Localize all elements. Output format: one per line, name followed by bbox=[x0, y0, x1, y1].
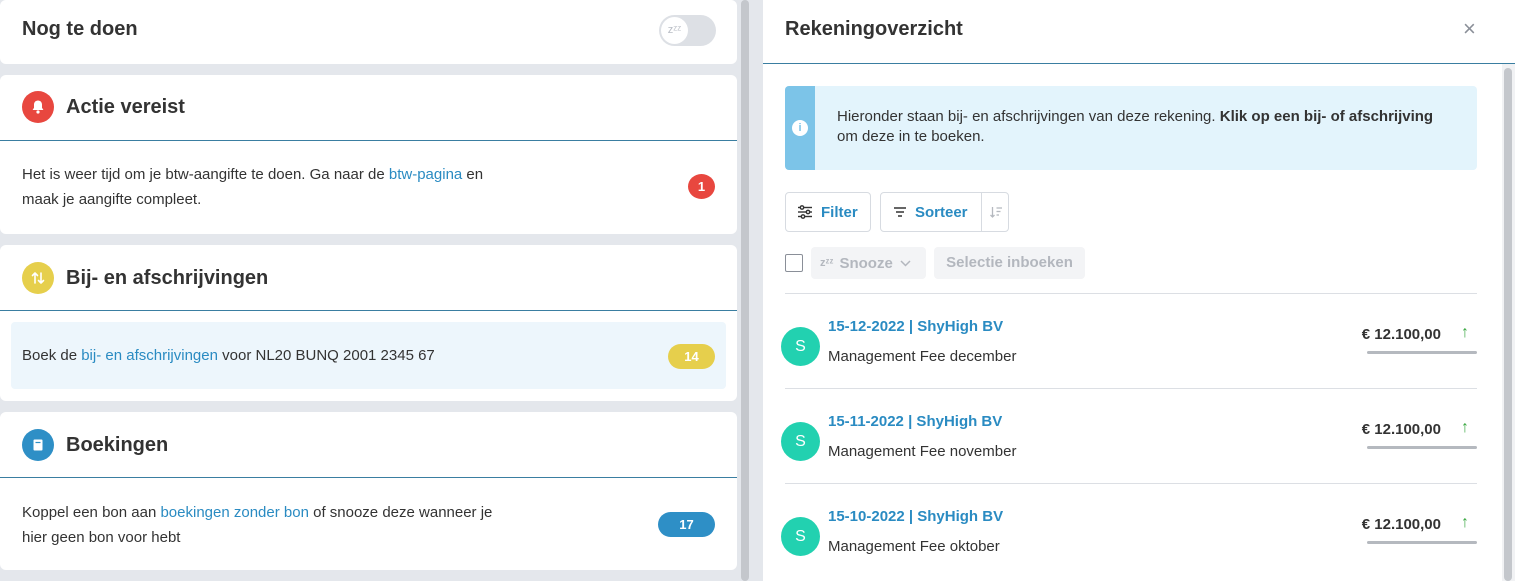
sort-direction-icon[interactable] bbox=[981, 193, 1009, 231]
message-text: Boek de bbox=[22, 347, 82, 364]
todo-panel: Nog te doen zᶻᶻ Actie vereist Het is wee… bbox=[0, 0, 737, 581]
message-text: Koppel een bon aan bbox=[22, 504, 161, 521]
info-after: om deze in te boeken. bbox=[837, 128, 985, 145]
transaction-row[interactable]: S 15-10-2022 | ShyHigh BV Management Fee… bbox=[781, 483, 1477, 578]
message-text: of snooze deze wanneer je bbox=[308, 504, 493, 521]
account-overview-panel: Rekeningoverzicht × i Hieronder staan bi… bbox=[763, 0, 1515, 581]
info-icon: i bbox=[792, 120, 808, 136]
count-badge: 1 bbox=[688, 174, 715, 199]
snooze-icon: zᶻᶻ bbox=[820, 257, 834, 269]
transactions-header: Bij- en afschrijvingen bbox=[0, 245, 737, 311]
transaction-description: Management Fee oktober bbox=[828, 538, 1000, 555]
info-text: Hieronder staan bij- en afschrijvingen v… bbox=[837, 107, 1457, 147]
scrollbar-thumb[interactable] bbox=[1504, 68, 1512, 581]
info-banner: i Hieronder staan bij- en afschrijvingen… bbox=[785, 86, 1477, 170]
transfer-arrows-icon bbox=[22, 262, 54, 294]
avatar: S bbox=[781, 327, 820, 366]
snooze-label: Snooze bbox=[839, 254, 893, 272]
info-plain: Hieronder staan bij- en afschrijvingen v… bbox=[837, 108, 1220, 125]
todo-header: Nog te doen zᶻᶻ bbox=[0, 0, 737, 64]
message-text: maak je aangifte compleet. bbox=[22, 191, 202, 208]
sort-button[interactable]: Sorteer bbox=[880, 192, 1009, 232]
amount-underline bbox=[1367, 351, 1477, 354]
page-title: Nog te doen bbox=[22, 18, 138, 40]
snooze-dropdown[interactable]: zᶻᶻ Snooze bbox=[811, 247, 926, 279]
avatar: S bbox=[781, 422, 820, 461]
close-icon[interactable]: × bbox=[1463, 16, 1476, 42]
message-text: voor NL20 BUNQ 2001 2345 67 bbox=[217, 347, 435, 364]
transaction-description: Management Fee november bbox=[828, 443, 1017, 460]
snooze-icon: zᶻᶻ bbox=[661, 17, 688, 44]
message-text: hier geen bon voor hebt bbox=[22, 529, 181, 546]
message-text: en bbox=[462, 166, 484, 183]
amount-underline bbox=[1367, 446, 1477, 449]
scrollbar-thumb[interactable] bbox=[741, 0, 749, 581]
filter-sliders-icon bbox=[798, 205, 812, 219]
action-message: Het is weer tijd om je btw-aangifte te d… bbox=[22, 162, 483, 212]
arrow-up-icon: ↑ bbox=[1461, 514, 1469, 531]
transaction-amount: € 12.100,00 bbox=[1361, 516, 1441, 533]
section-title: Actie vereist bbox=[66, 96, 185, 118]
transaction-amount: € 12.100,00 bbox=[1361, 421, 1441, 438]
transaction-row[interactable]: S 15-12-2022 | ShyHigh BV Management Fee… bbox=[781, 293, 1477, 388]
arrow-up-icon: ↑ bbox=[1461, 419, 1469, 436]
info-bold: Klik op een bij- of afschrijving bbox=[1219, 108, 1434, 125]
transactions-item[interactable]: Boek de bij- en afschrijvingen voor NL20… bbox=[11, 322, 726, 389]
btw-page-link[interactable]: btw-pagina bbox=[389, 166, 462, 183]
message-text: Het is weer tijd om je btw-aangifte te d… bbox=[22, 166, 389, 183]
bookings-header: Boekingen bbox=[0, 412, 737, 478]
transactions-message: Boek de bij- en afschrijvingen voor NL20… bbox=[22, 343, 435, 368]
filter-button[interactable]: Filter bbox=[785, 192, 871, 232]
section-title: Boekingen bbox=[66, 434, 169, 456]
transactions-card: Bij- en afschrijvingen Boek de bij- en a… bbox=[0, 245, 737, 401]
arrow-up-icon: ↑ bbox=[1461, 324, 1469, 341]
avatar: S bbox=[781, 517, 820, 556]
book-icon bbox=[22, 429, 54, 461]
left-scrollbar[interactable] bbox=[740, 0, 750, 581]
section-title: Bij- en afschrijvingen bbox=[66, 267, 269, 289]
action-required-card: Actie vereist Het is weer tijd om je btw… bbox=[0, 75, 737, 234]
snooze-toggle[interactable]: zᶻᶻ bbox=[659, 15, 716, 46]
panel-title: Rekeningoverzicht bbox=[785, 18, 963, 40]
action-required-header: Actie vereist bbox=[0, 75, 737, 141]
transaction-title[interactable]: 15-10-2022 | ShyHigh BV bbox=[828, 508, 1003, 525]
transaction-description: Management Fee december bbox=[828, 348, 1017, 365]
book-selection-button[interactable]: Selectie inboeken bbox=[934, 247, 1085, 279]
panel-header: Rekeningoverzicht × bbox=[763, 0, 1515, 64]
count-badge: 17 bbox=[658, 512, 715, 537]
sort-label: Sorteer bbox=[915, 203, 968, 221]
transaction-amount: € 12.100,00 bbox=[1361, 326, 1441, 343]
transactions-link[interactable]: bij- en afschrijvingen bbox=[81, 347, 218, 364]
transaction-title[interactable]: 15-11-2022 | ShyHigh BV bbox=[828, 413, 1002, 430]
transaction-title[interactable]: 15-12-2022 | ShyHigh BV bbox=[828, 318, 1003, 335]
bookings-card: Boekingen Koppel een bon aan boekingen z… bbox=[0, 412, 737, 570]
count-badge: 14 bbox=[668, 344, 715, 369]
bell-icon bbox=[22, 91, 54, 123]
select-all-checkbox[interactable] bbox=[785, 254, 803, 272]
sort-lines-icon bbox=[894, 207, 906, 217]
info-strip: i bbox=[785, 86, 815, 170]
panel-scrollbar[interactable] bbox=[1502, 64, 1515, 581]
filter-label: Filter bbox=[821, 203, 858, 221]
chevron-down-icon bbox=[900, 259, 911, 267]
bookings-without-receipt-link[interactable]: boekingen zonder bon bbox=[160, 504, 308, 521]
amount-underline bbox=[1367, 541, 1477, 544]
bookings-message: Koppel een bon aan boekingen zonder bon … bbox=[22, 500, 492, 550]
transaction-row[interactable]: S 15-11-2022 | ShyHigh BV Management Fee… bbox=[781, 388, 1477, 483]
